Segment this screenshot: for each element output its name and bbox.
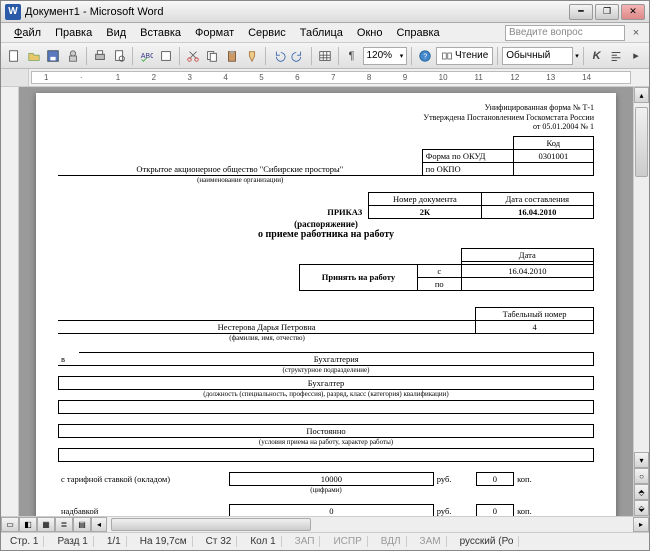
close-button[interactable]: ✕ [621,4,645,20]
menu-edit[interactable]: Правка [48,25,99,41]
ruler-horizontal[interactable]: 1·12 3456 78910 11121314 [1,69,649,87]
view-web-button[interactable]: ◧ [19,517,37,532]
cond-table: Постоянно [58,424,594,438]
save-button[interactable] [45,46,63,66]
menu-insert[interactable]: Вставка [133,25,188,41]
menu-window[interactable]: Окно [350,25,390,41]
scroll-thumb-v[interactable] [635,107,648,177]
minimize-button[interactable]: ━ [569,4,593,20]
more-button[interactable]: ▸ [627,46,645,66]
permissions-button[interactable] [64,46,82,66]
svg-text:?: ? [423,53,427,60]
statusbar: Стр. 1 Разд 1 1/1 На 19,7см Ст 32 Кол 1 … [1,532,649,550]
doc-close-button[interactable]: × [629,27,643,39]
status-line: Ст 32 [201,536,238,547]
spellcheck-button[interactable]: ABC [137,46,155,66]
paste-button[interactable] [223,46,241,66]
redo-button[interactable] [289,46,307,66]
view-outline-button[interactable]: ≣ [55,517,73,532]
form-header: Унифицированная форма № Т-1 Утверждена П… [58,103,594,132]
ruler-vertical[interactable] [1,87,19,516]
docnum-table: Номер документаДата составления ПРИКАЗ2К… [272,192,594,219]
research-button[interactable] [157,46,175,66]
menu-table[interactable]: Таблица [293,25,350,41]
help-search-input[interactable]: Введите вопрос [505,25,625,41]
status-pos: На 19,7см [135,536,193,547]
pos-table: Бухгалтер [58,376,594,390]
document-page[interactable]: Унифицированная форма № Т-1 Утверждена П… [36,93,616,516]
scrollbar-horizontal[interactable]: ▭ ◧ ▦ ≣ ▤ ◂ ▸ [1,516,649,532]
status-rec: ЗАП [290,536,321,547]
menubar: Файл Правка Вид Вставка Формат Сервис Та… [1,23,649,43]
align-button[interactable] [607,46,625,66]
new-doc-button[interactable] [5,46,23,66]
view-reading-button[interactable]: ▤ [73,517,91,532]
menu-tools[interactable]: Сервис [241,25,293,41]
copy-button[interactable] [204,46,222,66]
status-page: Стр. 1 [5,536,44,547]
scroll-thumb-h[interactable] [111,518,311,531]
menu-file[interactable]: Файл [7,25,48,41]
format-painter-button[interactable] [243,46,261,66]
status-lang[interactable]: русский (Ро [455,536,520,547]
status-col: Кол 1 [245,536,281,547]
menu-view[interactable]: Вид [99,25,133,41]
view-normal-button[interactable]: ▭ [1,517,19,532]
reading-mode-button[interactable]: Чтение [436,47,493,65]
menu-help[interactable]: Справка [389,25,446,41]
app-window: W Документ1 - Microsoft Word ━ ❐ ✕ Файл … [0,0,650,551]
scroll-up-button[interactable]: ▴ [634,87,649,103]
dept-table: вБухгалтерия [58,352,594,366]
window-title: Документ1 - Microsoft Word [25,6,569,18]
zoom-combo[interactable]: 120%▾ [363,47,408,65]
title3: о приеме работника на работу [58,229,594,240]
word-icon: W [5,4,21,20]
page-scroll[interactable]: Унифицированная форма № Т-1 Утверждена П… [19,87,633,516]
scroll-right-button[interactable]: ▸ [633,517,649,532]
show-marks-button[interactable]: ¶ [343,46,361,66]
title2: (распоряжение) [58,219,594,229]
cut-button[interactable] [184,46,202,66]
toolbar: ABC ¶ 120%▾ ? Чтение Обычный ▾ K ▸ [1,43,649,69]
view-print-button[interactable]: ▦ [37,517,55,532]
browse-object-button[interactable]: ○ [634,468,649,484]
open-button[interactable] [25,46,43,66]
style-combo[interactable]: Обычный [502,47,573,65]
status-section: Разд 1 [52,536,93,547]
menu-format[interactable]: Формат [188,25,241,41]
svg-text:ABC: ABC [141,52,153,59]
status-pages: 1/1 [102,536,127,547]
status-ovr: ЗАМ [415,536,447,547]
fio-table: Табельный номер Нестерова Дарья Петровна… [58,307,594,334]
titlebar[interactable]: W Документ1 - Microsoft Word ━ ❐ ✕ [1,1,649,23]
undo-button[interactable] [270,46,288,66]
bonus-table: надбавкой 0 руб. 0 коп. [58,504,594,516]
print-button[interactable] [91,46,109,66]
scroll-down-button[interactable]: ▾ [634,452,649,468]
bold-button[interactable]: K [588,46,606,66]
period-table: Дата [299,248,594,265]
preview-button[interactable] [111,46,129,66]
prev-page-button[interactable]: ⬘ [634,484,649,500]
status-ext: ВДЛ [376,536,407,547]
help-button[interactable]: ? [416,46,434,66]
salary-table: с тарифной ставкой (окладом) 10000 руб. … [58,472,594,486]
maximize-button[interactable]: ❐ [595,4,619,20]
workarea: Унифицированная форма № Т-1 Утверждена П… [1,87,649,516]
scrollbar-vertical[interactable]: ▴ ▾ ○ ⬘ ⬙ [633,87,649,516]
next-page-button[interactable]: ⬙ [634,500,649,516]
table-button[interactable] [316,46,334,66]
status-rev: ИСПР [328,536,367,547]
code-table: Код Форма по ОКУД0301001 Открытое акцион… [58,136,594,176]
scroll-left-button[interactable]: ◂ [91,517,107,532]
org-note: (наименование организации) [58,176,422,184]
